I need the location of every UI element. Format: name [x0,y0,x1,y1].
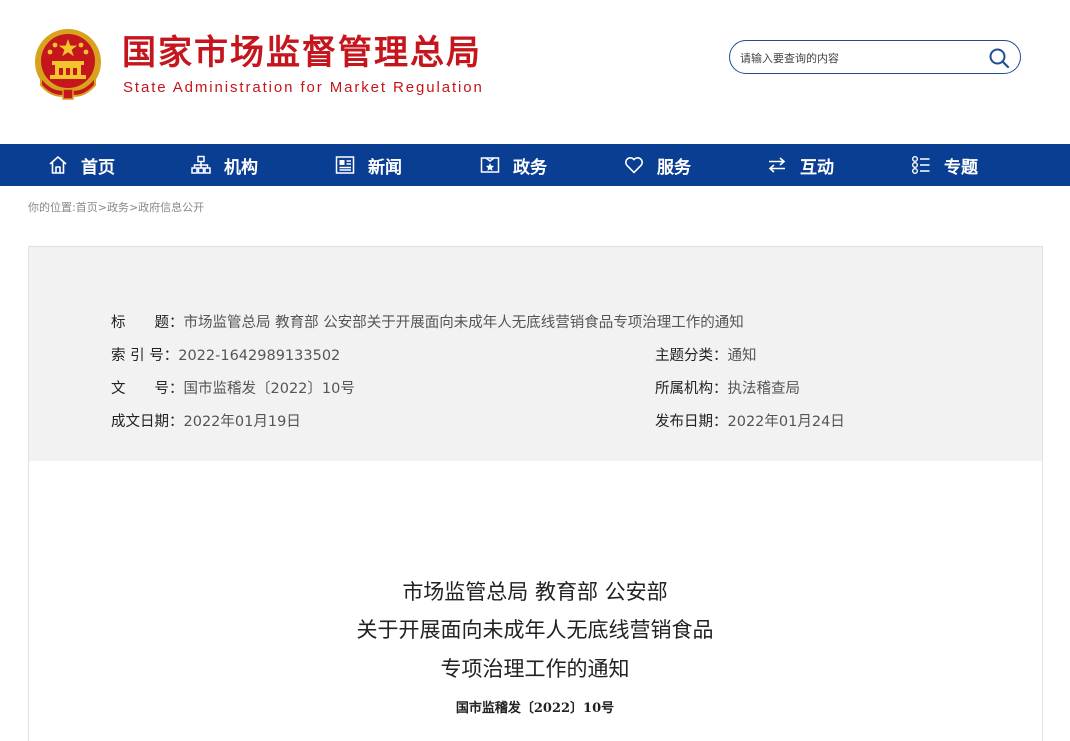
nav-item-label: 首页 [81,157,115,178]
nav-item-interact[interactable]: 互动 [767,144,834,186]
document-title-line-1: 市场监管总局 教育部 公安部 [402,580,668,604]
breadcrumb-separator: > [128,201,139,214]
meta-docno-key: 文 号： [111,381,184,397]
nav-item-label: 专题 [944,157,978,178]
nav-item-org[interactable]: 机构 [191,144,258,186]
exchange-icon [768,157,786,173]
meta-department-key: 所属机构： [655,381,728,397]
topic-list-icon [912,156,930,174]
breadcrumb-prefix: 你的位置: [28,201,76,214]
breadcrumb-government[interactable]: 政务 [107,201,129,214]
breadcrumb-info-disclosure[interactable]: 政府信息公开 [138,201,204,214]
heart-icon [625,157,643,174]
nav-item-news[interactable]: 新闻 [335,144,402,186]
home-icon [49,156,67,174]
nav-item-government[interactable]: 政务 [480,144,547,186]
meta-index-value: 2022-1642989133502 [178,348,341,364]
nav-item-label: 机构 [224,157,258,178]
nav-item-home[interactable]: 首页 [48,144,115,186]
meta-title-value: 市场监管总局 教育部 公安部关于开展面向未成年人无底线营销食品专项治理工作的通知 [183,315,744,331]
meta-created-key: 成文日期： [111,414,184,430]
breadcrumb-home[interactable]: 首页 [76,201,98,214]
search-icon[interactable] [988,47,1010,69]
meta-docno: 文 号：国市监稽发〔2022〕10号 [111,377,355,398]
meta-department-value: 执法稽查局 [727,381,801,397]
breadcrumb-separator: > [97,201,107,214]
meta-published-date: 发布日期：2022年01月24日 [655,410,845,431]
search-input[interactable] [740,48,980,68]
org-chart-icon [191,155,211,174]
meta-published-key: 发布日期： [655,414,728,430]
nav-item-topics[interactable]: 专题 [911,144,978,186]
nav-item-label: 服务 [657,157,691,178]
site-title-cn[interactable]: 国家市场监督管理总局 [122,32,482,74]
national-emblem-icon[interactable] [33,27,103,101]
meta-topic-key: 主题分类： [655,348,728,364]
government-icon [480,157,500,173]
nav-item-label: 政务 [513,157,547,178]
meta-topic: 主题分类：通知 [655,344,757,365]
nav-item-service[interactable]: 服务 [624,144,691,186]
document-title-line-3: 专项治理工作的通知 [440,657,630,681]
meta-index-key: 索 引 号： [111,348,179,364]
site-title-en[interactable]: State Administration for Market Regulati… [123,79,484,96]
document-title-line-2: 关于开展面向未成年人无底线营销食品 [356,618,714,642]
breadcrumb: 你的位置:首页>政务>政府信息公开 [28,199,204,215]
meta-topic-value: 通知 [727,348,757,364]
nav-item-label: 互动 [800,157,834,178]
meta-title: 标 题：市场监管总局 教育部 公安部关于开展面向未成年人无底线营销食品专项治理工… [111,311,744,332]
meta-title-key: 标 题： [111,315,184,331]
meta-created-date: 成文日期：2022年01月19日 [111,410,301,431]
nav-item-label: 新闻 [368,157,402,178]
meta-published-value: 2022年01月24日 [727,414,845,430]
site-header: 国家市场监督管理总局 State Administration for Mark… [0,0,1070,144]
document-metadata: 标 题：市场监管总局 教育部 公安部关于开展面向未成年人无底线营销食品专项治理工… [28,246,1043,462]
meta-docno-value: 国市监稽发〔2022〕10号 [183,381,355,397]
news-icon [335,156,355,174]
meta-department: 所属机构：执法稽查局 [655,377,800,398]
meta-index: 索 引 号：2022-1642989133502 [111,344,340,365]
search-box [729,40,1021,74]
document-number: 国市监稽发〔2022〕10号 [455,701,615,716]
meta-created-value: 2022年01月19日 [183,414,301,430]
main-nav: 首页 机构 新闻 政务 服务 互动 专题 [0,144,1070,186]
